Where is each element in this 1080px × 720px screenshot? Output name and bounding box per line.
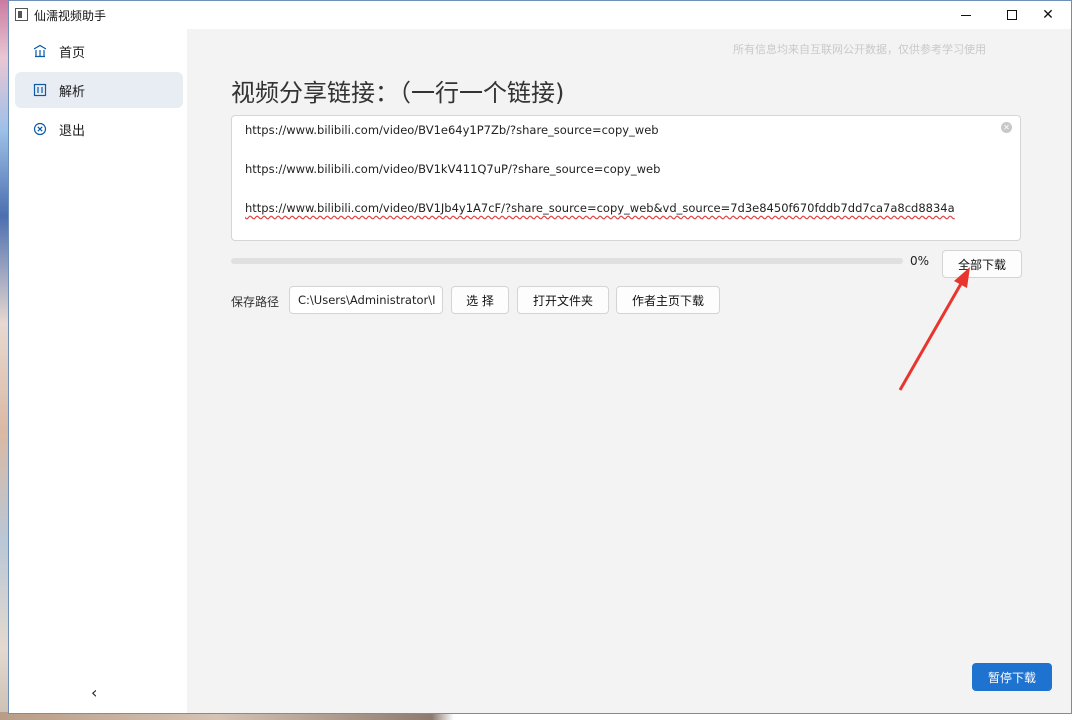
annotation-arrow: [898, 267, 970, 391]
